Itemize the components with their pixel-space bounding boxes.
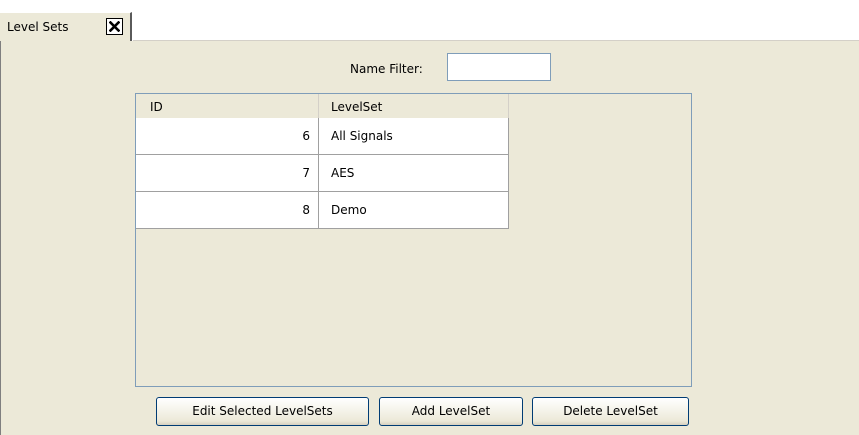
cell-id: 6 <box>136 118 319 154</box>
column-header-id[interactable]: ID <box>136 94 319 118</box>
levelsets-table[interactable]: ID LevelSet 6 All Signals 7 AES 8 Demo <box>135 93 692 387</box>
cell-levelset: Demo <box>319 192 509 228</box>
delete-levelset-button[interactable]: Delete LevelSet <box>532 397 689 426</box>
cell-levelset: All Signals <box>319 118 509 154</box>
name-filter-input[interactable] <box>447 53 551 81</box>
tab-level-sets[interactable]: Level Sets <box>0 12 132 41</box>
cell-id: 7 <box>136 155 319 191</box>
edit-selected-levelsets-button[interactable]: Edit Selected LevelSets <box>156 397 369 426</box>
tab-bar: Level Sets <box>0 0 859 41</box>
column-header-levelset[interactable]: LevelSet <box>319 94 509 118</box>
name-filter-label: Name Filter: <box>350 62 423 76</box>
cell-id: 8 <box>136 192 319 228</box>
level-sets-panel: Name Filter: ID LevelSet 6 All Signals 7… <box>0 41 859 435</box>
table-row[interactable]: 6 All Signals <box>136 118 509 155</box>
add-levelset-button[interactable]: Add LevelSet <box>379 397 523 426</box>
cell-levelset: AES <box>319 155 509 191</box>
close-icon[interactable] <box>106 18 123 35</box>
table-row[interactable]: 7 AES <box>136 155 509 192</box>
table-row[interactable]: 8 Demo <box>136 192 509 229</box>
table-header: ID LevelSet <box>136 94 509 118</box>
tab-label: Level Sets <box>7 20 69 34</box>
